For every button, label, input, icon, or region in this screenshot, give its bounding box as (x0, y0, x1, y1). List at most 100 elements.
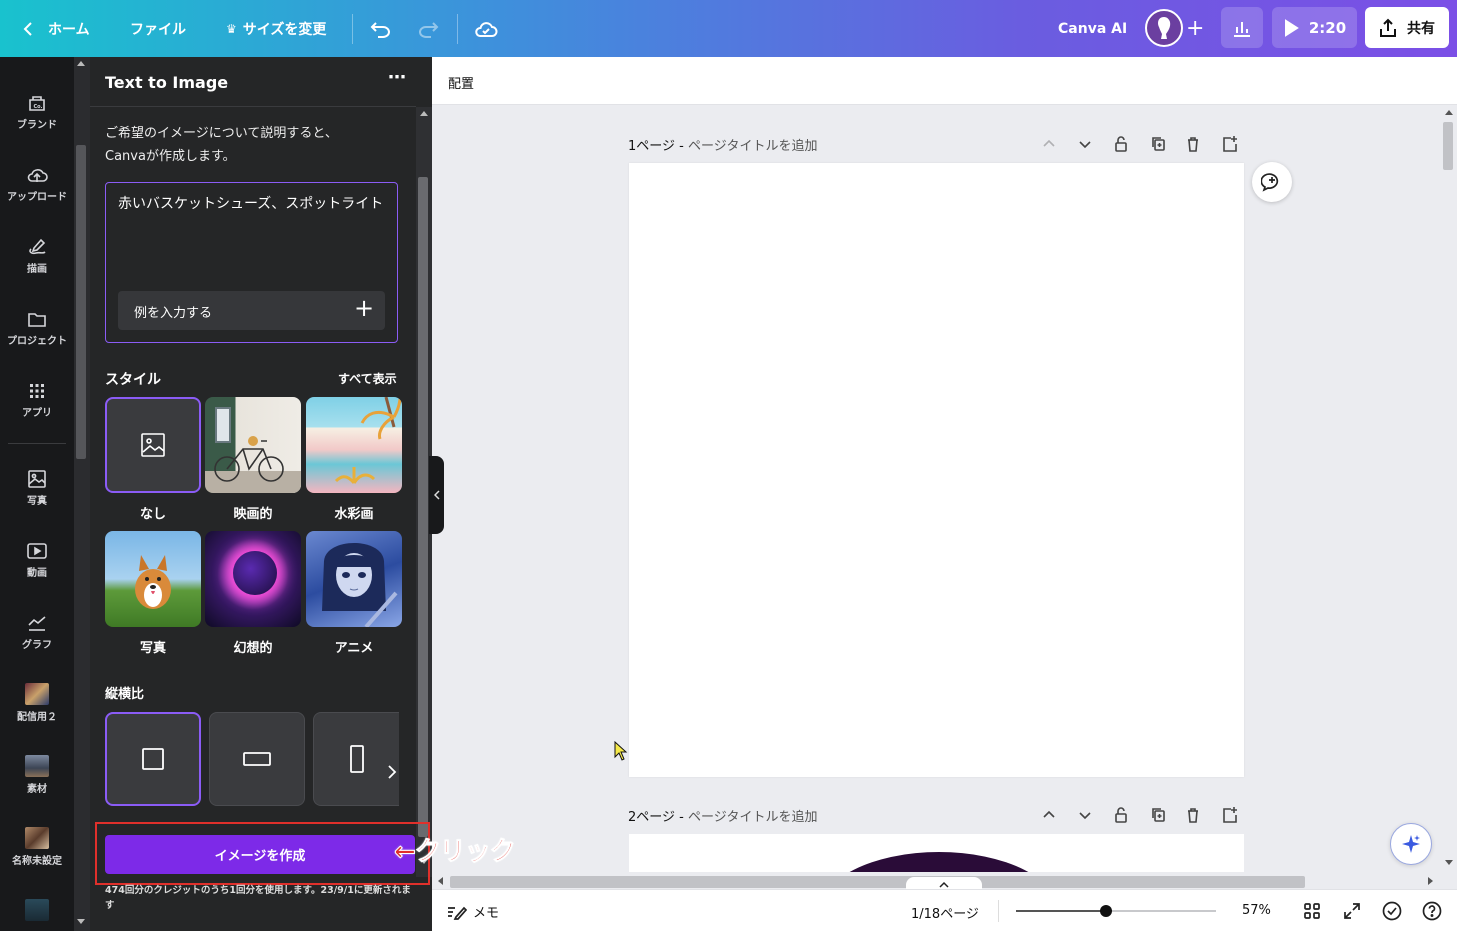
folder-thumb-icon (25, 755, 49, 777)
file-menu[interactable]: ファイル (130, 0, 186, 57)
rail-item-projects[interactable]: プロジェクト (0, 309, 74, 347)
rail-item-label: 動画 (27, 568, 47, 579)
scroll-right-arrow-icon[interactable] (1428, 877, 1433, 885)
move-down-button[interactable] (1078, 135, 1092, 157)
zoom-slider-knob[interactable] (1100, 905, 1112, 917)
scroll-up-arrow-icon[interactable] (1445, 110, 1453, 115)
add-comment-button[interactable] (1252, 162, 1292, 202)
rail-scroll-thumb[interactable] (76, 145, 86, 459)
vertical-scroll-thumb[interactable] (1443, 122, 1453, 170)
video-icon (27, 543, 47, 559)
bar-chart-icon (1234, 21, 1250, 37)
style-card-watercolor[interactable] (306, 397, 402, 493)
move-down-button[interactable] (1078, 806, 1092, 828)
scroll-up-arrow-icon[interactable] (420, 111, 428, 116)
move-up-button[interactable] (1042, 135, 1056, 157)
present-button[interactable]: 2:20 (1272, 7, 1357, 48)
page-indicator[interactable]: 1/18ページ (911, 903, 979, 922)
bottom-bar: メモ 1/18ページ 57% (432, 889, 1457, 931)
notes-button[interactable]: メモ (447, 902, 499, 921)
aspect-next-button[interactable] (380, 757, 404, 787)
scroll-down-arrow-icon[interactable] (77, 919, 85, 924)
duplicate-button[interactable] (1150, 806, 1166, 828)
see-all-link[interactable]: すべて表示 (338, 370, 397, 387)
page2-dark-shape (819, 852, 1059, 874)
panel-scroll-thumb[interactable] (418, 177, 428, 837)
rail-item-brand[interactable]: Co. ブランド (0, 93, 74, 131)
rail-item-upload[interactable]: アップロード (0, 165, 74, 203)
scroll-down-arrow-icon[interactable] (1445, 860, 1453, 865)
canva-ai-button[interactable]: Canva AI (1058, 0, 1127, 57)
file-label: ファイル (130, 21, 186, 38)
page-canvas-2[interactable] (629, 834, 1244, 874)
home-button[interactable]: ホーム (22, 0, 90, 57)
add-page-button[interactable] (1222, 135, 1238, 157)
svg-text:Co.: Co. (34, 104, 43, 110)
style-card-fantasy[interactable] (205, 531, 301, 627)
style-card-none[interactable] (105, 397, 201, 493)
landscape-icon (243, 752, 271, 766)
cloud-save-status[interactable] (474, 0, 498, 57)
prompt-textarea[interactable]: 赤いバスケットシューズ、スポットライト 例を入力する + (105, 182, 398, 343)
chevron-left-icon (433, 490, 440, 500)
resize-label: サイズを変更 (242, 21, 327, 38)
aspect-square-button[interactable] (105, 712, 201, 806)
page-canvas-1[interactable] (629, 163, 1244, 777)
style-card-cinematic[interactable] (205, 397, 301, 493)
avatar[interactable] (1145, 9, 1183, 47)
redo-button[interactable] (417, 0, 439, 57)
more-options-icon[interactable]: ⋯ (388, 67, 407, 88)
fullscreen-button[interactable] (1343, 902, 1361, 924)
folder-thumb-icon[interactable] (25, 899, 49, 921)
rail-item-label: 描画 (27, 264, 47, 275)
rail-item-label: 配信用２ (17, 712, 57, 723)
divider (457, 14, 458, 44)
rail-item-videos[interactable]: 動画 (0, 541, 74, 579)
share-button[interactable]: 共有 (1365, 7, 1449, 48)
example-button-label: 例を入力する (134, 306, 213, 321)
help-button[interactable] (1422, 901, 1442, 925)
rail-item-folder-sozai[interactable]: 素材 (0, 755, 74, 795)
lock-button[interactable] (1114, 135, 1128, 157)
horizontal-scroll-thumb[interactable] (450, 876, 1305, 888)
move-up-button[interactable] (1042, 806, 1056, 828)
rail-item-folder-haishin[interactable]: 配信用２ (0, 683, 74, 723)
insights-button[interactable] (1221, 7, 1263, 48)
aspect-landscape-button[interactable] (209, 712, 305, 806)
position-button[interactable]: 配置 (448, 73, 474, 92)
example-button[interactable]: 例を入力する + (118, 291, 385, 330)
rail-item-folder-untitled[interactable]: 名称未設定 (0, 827, 74, 867)
delete-button[interactable] (1186, 806, 1200, 828)
scroll-up-arrow-icon[interactable] (77, 61, 85, 66)
delete-button[interactable] (1186, 135, 1200, 157)
page-title-input[interactable]: ページタイトルを追加 (688, 139, 817, 154)
duplicate-button[interactable] (1150, 135, 1166, 157)
rail-item-apps[interactable]: アプリ (0, 381, 74, 419)
resize-button[interactable]: ♛ サイズを変更 (226, 0, 326, 57)
style-label-fantasy: 幻想的 (233, 641, 273, 656)
add-collaborator-button[interactable]: + (1186, 0, 1204, 57)
scroll-left-arrow-icon[interactable] (438, 877, 443, 885)
style-card-anime[interactable] (306, 531, 402, 627)
rail-item-draw[interactable]: 描画 (0, 237, 74, 275)
style-card-photo[interactable] (105, 531, 201, 627)
zoom-percent[interactable]: 57% (1242, 903, 1271, 918)
divider (998, 900, 999, 922)
lock-icon (1115, 807, 1127, 823)
zoom-slider-track[interactable] (1016, 905, 1216, 917)
magic-assistant-button[interactable] (1390, 823, 1432, 865)
page-title-input[interactable]: ページタイトルを追加 (688, 810, 817, 825)
vertical-scrollbar[interactable] (1441, 106, 1457, 872)
lock-button[interactable] (1114, 806, 1128, 828)
rail-item-photos[interactable]: 写真 (0, 469, 74, 507)
check-button[interactable] (1382, 901, 1402, 925)
trash-icon (1188, 137, 1198, 152)
text-to-image-panel: Text to Image ⋯ ご希望のイメージについて説明すると、Canvaが… (90, 57, 516, 931)
undo-button[interactable] (370, 0, 392, 57)
panel-collapse-handle[interactable] (429, 456, 444, 534)
draw-icon (29, 238, 46, 255)
chevron-down-icon (1079, 141, 1091, 149)
add-page-button[interactable] (1222, 806, 1238, 828)
grid-view-button[interactable] (1303, 902, 1321, 924)
rail-item-graphs[interactable]: グラフ (0, 613, 74, 651)
